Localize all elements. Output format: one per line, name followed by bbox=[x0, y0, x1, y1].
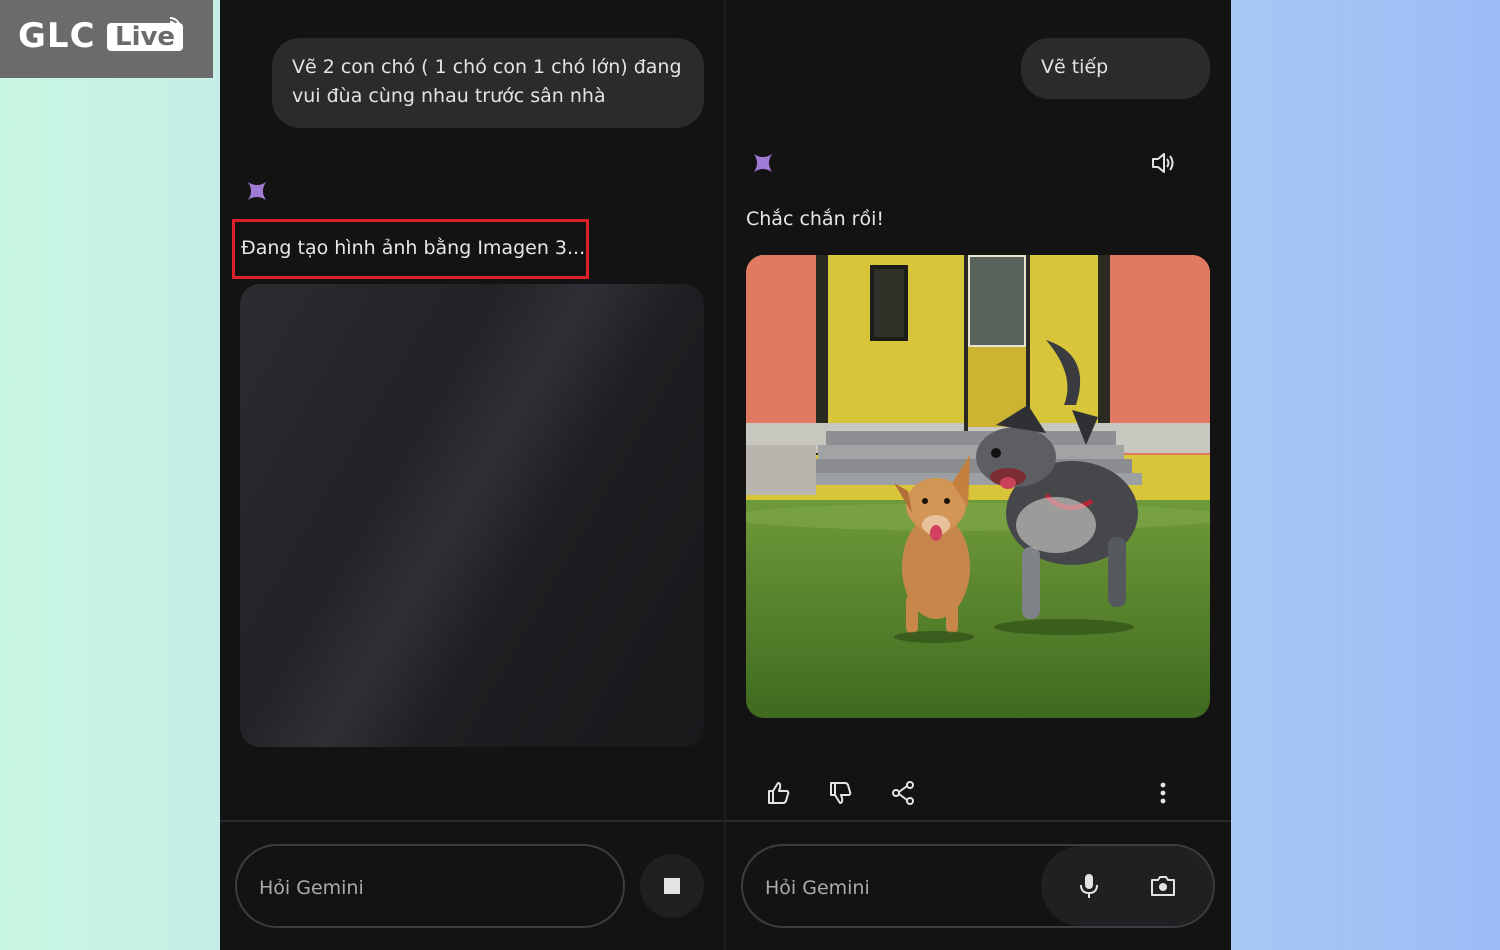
generated-dog-image[interactable] bbox=[746, 255, 1210, 718]
user-prompt-bubble: Vẽ tiếp bbox=[1021, 38, 1210, 99]
generating-status-text: Đang tạo hình ảnh bằng Imagen 3... bbox=[241, 237, 586, 259]
ask-gemini-input[interactable] bbox=[763, 870, 1017, 906]
logo-brand: GLC bbox=[18, 16, 96, 56]
user-prompt-bubble: Vẽ 2 con chó ( 1 chó con 1 chó lớn) đang… bbox=[272, 38, 704, 128]
read-aloud-button[interactable] bbox=[1146, 146, 1180, 180]
input-actions-group bbox=[1041, 846, 1213, 926]
image-loading-placeholder bbox=[240, 284, 704, 747]
input-bar bbox=[726, 820, 1231, 950]
thumbs-down-icon bbox=[830, 782, 852, 804]
stop-button[interactable] bbox=[640, 854, 704, 918]
ask-gemini-input[interactable] bbox=[257, 870, 511, 906]
user-prompt-text: Vẽ 2 con chó ( 1 chó con 1 chó lớn) đang… bbox=[292, 56, 682, 107]
input-bar bbox=[220, 820, 724, 950]
ask-gemini-pill[interactable] bbox=[741, 844, 1215, 928]
chat-panel-generating: Vẽ 2 con chó ( 1 chó con 1 chó lớn) đang… bbox=[220, 0, 724, 950]
stop-icon bbox=[664, 878, 680, 894]
ask-gemini-pill[interactable] bbox=[235, 844, 625, 928]
microphone-button[interactable] bbox=[1071, 868, 1107, 904]
speaker-icon bbox=[1152, 153, 1174, 173]
microphone-icon bbox=[1080, 874, 1098, 898]
share-icon bbox=[892, 781, 914, 805]
glc-live-logo: GLC Live bbox=[0, 0, 213, 78]
camera-icon bbox=[1151, 876, 1175, 896]
gemini-sparkle-icon bbox=[247, 181, 267, 201]
dislike-button[interactable] bbox=[824, 776, 858, 810]
camera-button[interactable] bbox=[1145, 868, 1181, 904]
signal-icon bbox=[169, 17, 181, 29]
gemini-sparkle-icon bbox=[753, 153, 773, 173]
user-prompt-text: Vẽ tiếp bbox=[1041, 56, 1109, 78]
like-button[interactable] bbox=[762, 776, 796, 810]
more-vertical-icon bbox=[1160, 782, 1166, 804]
thumbs-up-icon bbox=[768, 782, 790, 804]
dogs-picture bbox=[746, 255, 1210, 718]
reply-text: Chắc chắn rồi! bbox=[746, 208, 884, 230]
more-options-button[interactable] bbox=[1146, 776, 1180, 810]
chat-panel-result: Vẽ tiếp Chắc chắn rồi! bbox=[726, 0, 1231, 950]
share-button[interactable] bbox=[886, 776, 920, 810]
